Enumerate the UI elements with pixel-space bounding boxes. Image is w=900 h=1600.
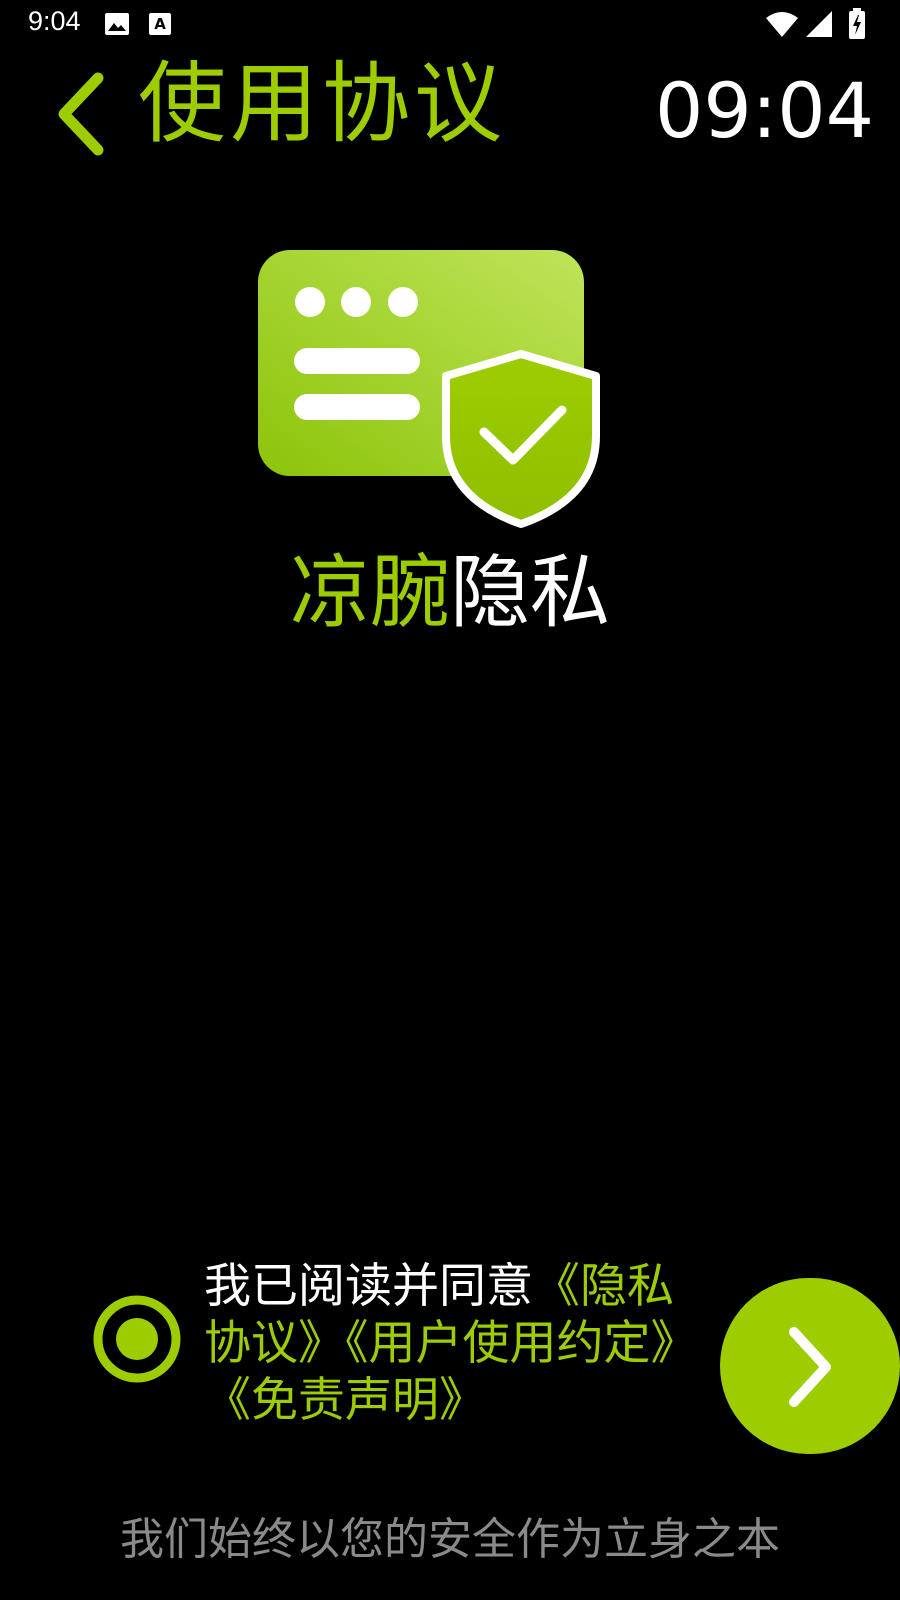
svg-text:A: A (154, 15, 166, 33)
chevron-left-icon (58, 72, 104, 156)
agreement-prefix: 我已阅读并同意 (204, 1259, 533, 1314)
keyboard-a-icon: A (148, 12, 172, 40)
radio-selected-icon (93, 1295, 181, 1383)
next-button[interactable] (720, 1278, 900, 1454)
status-bar: 9:04 A (0, 0, 900, 48)
clock: 09:04 (654, 66, 874, 155)
battery-charging-icon (848, 8, 866, 44)
image-icon (104, 12, 130, 40)
signal-icon (805, 10, 833, 42)
wifi-icon (765, 10, 799, 42)
user-agreement-link[interactable]: 《用户使用约定》 (345, 1316, 698, 1371)
disclaimer-link[interactable]: 《免责声明》 (204, 1373, 486, 1428)
brand-name-part1: 凉腕 (290, 546, 450, 639)
privacy-shield-card-icon (258, 250, 614, 540)
page-title: 使用协议 (138, 52, 507, 155)
status-time: 9:04 (28, 6, 81, 36)
brand-name: 凉腕隐私 (0, 548, 900, 638)
chevron-right-icon (789, 1327, 831, 1407)
brand-name-part2: 隐私 (450, 546, 610, 639)
back-button[interactable] (46, 58, 118, 158)
agreement-row: 我已阅读并同意《隐私协议》《用户使用约定》《免责声明》 (0, 1250, 900, 1454)
agree-radio[interactable] (92, 1294, 182, 1384)
agreement-text: 我已阅读并同意《隐私协议》《用户使用约定》《免责声明》 (204, 1258, 704, 1429)
footer-slogan: 我们始终以您的安全作为立身之本 (120, 1514, 780, 1565)
header: 使用协议 09:04 (0, 48, 900, 178)
